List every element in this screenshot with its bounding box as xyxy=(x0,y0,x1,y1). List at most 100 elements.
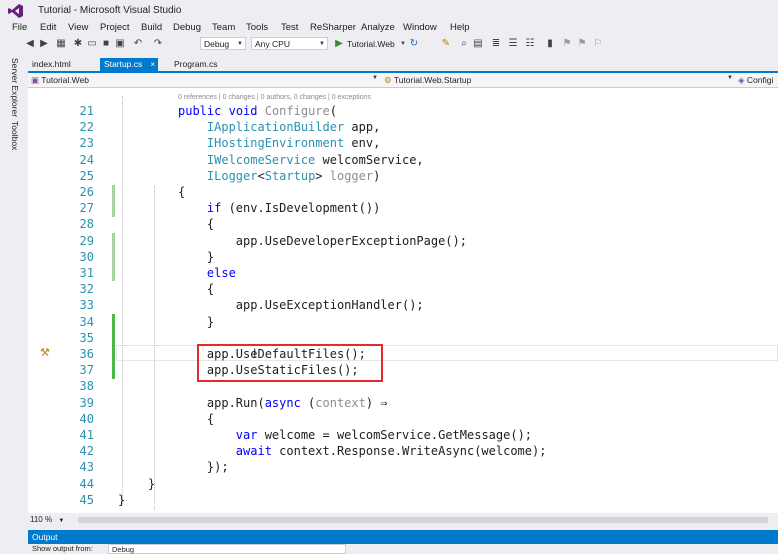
chevron-down-icon[interactable]: ▼ xyxy=(727,75,733,81)
menu-resharper[interactable]: ReSharper xyxy=(310,22,356,33)
code-line: await context.Response.WriteAsync(welcom… xyxy=(178,444,547,459)
outline-guide xyxy=(154,186,155,510)
output-panel-header: Output xyxy=(28,530,778,544)
open-file-icon[interactable]: ▭ xyxy=(86,38,98,50)
member-dropdown[interactable]: ◈ Configi xyxy=(738,74,778,86)
tab-close-icon[interactable]: × xyxy=(150,58,155,71)
navigation-bar: ▣ Tutorial.Web ▼ ⚙ Tutorial.Web.Startup … xyxy=(28,73,778,88)
save-icon[interactable]: ■ xyxy=(100,38,112,50)
tab-program-cs[interactable]: Program.cs xyxy=(170,58,221,71)
outline-guide xyxy=(122,96,123,506)
menu-window[interactable]: Window xyxy=(403,22,437,33)
line-number: 41 xyxy=(79,428,94,442)
zoom-select[interactable]: 110 % ▼ xyxy=(30,514,72,525)
tab-startup-cs[interactable]: Startup.cs × xyxy=(100,58,158,71)
prev-bookmark-icon[interactable]: ⚑ xyxy=(561,38,573,50)
code-line: var welcome = welcomService.GetMessage()… xyxy=(178,428,533,442)
method-icon: ◈ xyxy=(738,75,745,85)
code-editor[interactable]: 0 references | 0 changes | 0 authors, 0 … xyxy=(28,88,778,513)
menu-file[interactable]: File xyxy=(12,22,27,33)
server-explorer-tab[interactable]: Server Explorer xyxy=(10,58,20,117)
find-icon[interactable]: ⌕ xyxy=(458,38,470,50)
line-number: 30 xyxy=(79,249,94,264)
code-line: app.UseDeveloperExceptionPage(); xyxy=(178,233,467,248)
code-line: public void Configure( xyxy=(178,104,337,118)
chevron-down-icon: ▼ xyxy=(58,518,65,524)
layout-icon[interactable]: ▤ xyxy=(472,38,484,50)
menu-debug[interactable]: Debug xyxy=(173,22,201,33)
solution-explorer-icon[interactable]: ▦ xyxy=(55,38,67,50)
line-number: 22 xyxy=(79,120,94,135)
line-number: 42 xyxy=(79,444,94,459)
browser-link-icon[interactable]: ✎ xyxy=(440,38,452,50)
line-number: 40 xyxy=(79,411,94,426)
visual-studio-logo-icon xyxy=(8,4,23,18)
menu-test[interactable]: Test xyxy=(281,22,298,33)
chevron-down-icon: ▼ xyxy=(319,41,325,47)
comment-icon[interactable]: ☰ xyxy=(507,38,519,50)
change-marker xyxy=(112,233,115,281)
show-output-label: Show output from: xyxy=(32,544,93,553)
line-number: 44 xyxy=(79,476,94,491)
horizontal-scrollbar[interactable] xyxy=(78,517,768,523)
side-tool-strip: Server Explorer Toolbox xyxy=(0,53,28,528)
uncomment-icon[interactable]: ☷ xyxy=(524,38,536,50)
forward-icon[interactable]: ▶ xyxy=(38,38,50,50)
code-line: } xyxy=(118,492,126,507)
document-tabs: index.html Startup.cs × Program.cs xyxy=(28,58,778,73)
undo-icon[interactable]: ↶ xyxy=(132,38,144,50)
solution-configuration-select[interactable]: Debug ▼ xyxy=(200,37,246,50)
code-line: ILogger<Startup> logger) xyxy=(178,168,381,183)
menu-help[interactable]: Help xyxy=(450,22,470,33)
tab-index-html[interactable]: index.html xyxy=(28,58,75,71)
code-line: } xyxy=(178,249,215,264)
output-source-select[interactable]: Debug xyxy=(108,544,346,554)
standard-toolbar: ◀ ▶ ▦ ✱ ▭ ■ ▣ ↶ ↷ Debug ▼ Any CPU ▼ ▶ Tuto… xyxy=(0,36,778,53)
solution-platform-select[interactable]: Any CPU ▼ xyxy=(251,37,328,50)
menu-build[interactable]: Build xyxy=(141,22,162,33)
window-title: Tutorial - Microsoft Visual Studio xyxy=(38,5,182,16)
menu-edit[interactable]: Edit xyxy=(40,22,56,33)
line-number: 35 xyxy=(79,330,94,345)
toolbox-tab[interactable]: Toolbox xyxy=(10,121,20,150)
code-line: if (env.IsDevelopment()) xyxy=(178,201,381,216)
output-title: Output xyxy=(32,532,58,542)
project-dropdown[interactable]: ▣ Tutorial.Web xyxy=(31,74,376,86)
back-icon[interactable]: ◀ xyxy=(24,38,36,50)
new-project-icon[interactable]: ✱ xyxy=(72,38,84,50)
save-all-icon[interactable]: ▣ xyxy=(114,38,126,50)
code-line: app.UseExceptionHandler(); xyxy=(178,298,424,313)
clear-bookmarks-icon[interactable]: ⚐ xyxy=(592,38,604,50)
text-cursor-icon: I xyxy=(253,346,257,360)
start-target[interactable]: Tutorial.Web xyxy=(347,39,395,49)
chevron-down-icon[interactable]: ▼ xyxy=(372,75,378,81)
change-marker xyxy=(112,314,115,379)
bookmark-icon[interactable]: ▮ xyxy=(544,38,556,50)
code-line: else xyxy=(178,266,236,280)
menu-project[interactable]: Project xyxy=(100,22,130,33)
code-line: IWelcomeService welcomService, xyxy=(178,152,424,167)
csharp-project-icon: ▣ xyxy=(31,75,40,85)
code-line: IHostingEnvironment env, xyxy=(178,136,381,151)
line-number: 38 xyxy=(79,379,94,394)
chevron-down-icon: ▼ xyxy=(237,41,243,47)
code-line: app.Run(async (context) ⇒ xyxy=(178,395,388,410)
type-dropdown[interactable]: ⚙ Tutorial.Web.Startup xyxy=(384,74,729,86)
line-number: 29 xyxy=(79,233,94,248)
menu-team[interactable]: Team xyxy=(212,22,235,33)
code-lens[interactable]: 0 references | 0 changes | 0 authors, 0 … xyxy=(178,94,371,101)
align-icon[interactable]: ≣ xyxy=(490,38,502,50)
next-bookmark-icon[interactable]: ⚑ xyxy=(576,38,588,50)
menu-tools[interactable]: Tools xyxy=(246,22,268,33)
line-number: 36 xyxy=(79,347,94,361)
code-line: { xyxy=(178,282,215,297)
code-line: IApplicationBuilder app, xyxy=(178,120,381,135)
redo-icon[interactable]: ↷ xyxy=(152,38,164,50)
refresh-icon[interactable]: ↻ xyxy=(408,38,420,50)
code-line: { xyxy=(178,185,186,199)
start-debug-icon[interactable]: ▶ xyxy=(333,38,345,50)
menu-view[interactable]: View xyxy=(68,22,88,33)
menu-analyze[interactable]: Analyze xyxy=(361,22,395,33)
highlight-annotation-box xyxy=(197,344,383,382)
line-number: 27 xyxy=(79,201,94,216)
